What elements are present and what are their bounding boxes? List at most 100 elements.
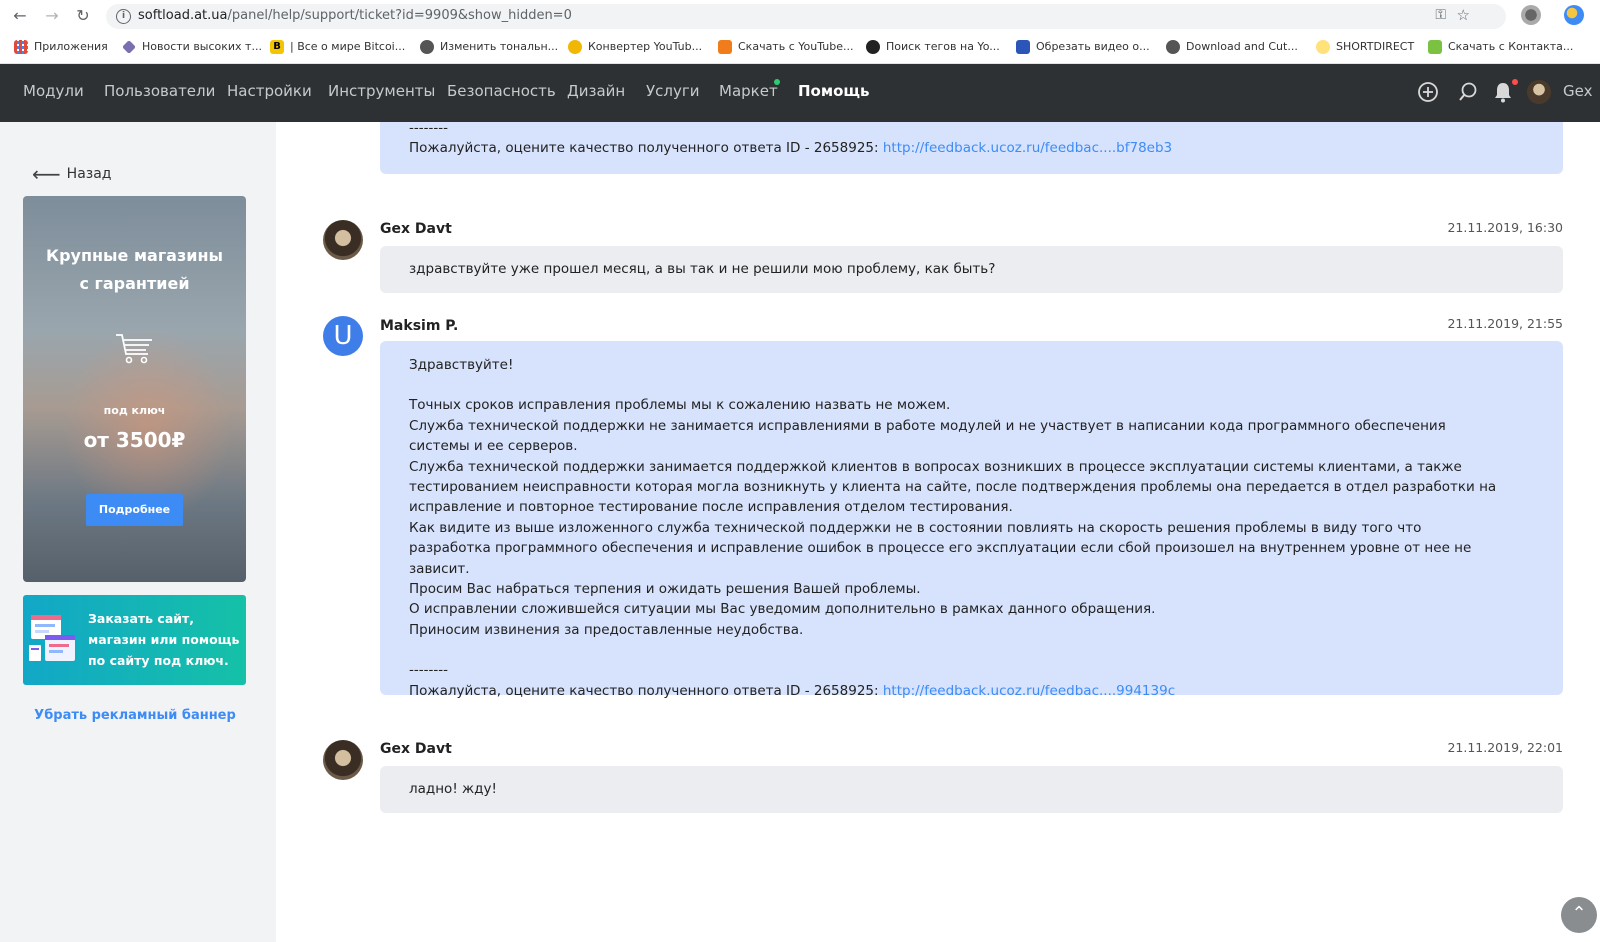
bookmark-label: Новости высоких т...: [142, 40, 262, 53]
search-icon[interactable]: [1457, 81, 1479, 103]
bookmark-item[interactable]: Поиск тегов на Yo...: [866, 37, 1000, 57]
user-message: здравствуйте уже прошел месяц, а вы так …: [380, 246, 1563, 293]
message-text: здравствуйте уже прошел месяц, а вы так …: [409, 261, 996, 277]
arrow-left-icon: ⟵: [32, 162, 61, 186]
apps-grid-icon: [14, 40, 28, 54]
url-host: softload.at.ua: [138, 8, 228, 23]
bookmark-label: Изменить тональн...: [440, 40, 559, 53]
download-icon: [718, 40, 732, 54]
bell-icon[interactable]: [1493, 81, 1513, 103]
bookmark-item[interactable]: Скачать с Контакта...: [1428, 37, 1573, 57]
forward-arrow-icon[interactable]: →: [42, 6, 62, 26]
address-bar[interactable]: i softload.at.ua/panel/help/support/tick…: [106, 4, 1506, 29]
promo-subtitle: под ключ: [103, 404, 166, 417]
message-body: Точных сроков исправления проблемы мы к …: [409, 397, 1497, 638]
bookmark-item[interactable]: SHORTDIRECT: [1316, 37, 1414, 57]
message-author: Gex Davt: [380, 741, 452, 757]
user-avatar[interactable]: [1527, 80, 1551, 104]
android-icon: [1428, 40, 1442, 54]
website-mockup-icon: [29, 615, 75, 661]
globe-icon: [420, 40, 434, 54]
key-icon[interactable]: ⚿: [1435, 7, 1446, 23]
bitcoin-b-icon: B: [270, 40, 284, 54]
notification-dot: [1512, 79, 1518, 85]
bookmark-label: Download and Cut...: [1186, 40, 1298, 53]
profile-icon[interactable]: [1564, 5, 1584, 25]
bookmark-label: SHORTDIRECT: [1336, 40, 1415, 53]
support-message-partial: -------- Пожалуйста, оцените качество по…: [380, 122, 1563, 174]
avatar: [323, 740, 363, 780]
bookmark-star-icon[interactable]: ☆: [1457, 6, 1470, 24]
extension-icon[interactable]: [1521, 5, 1541, 25]
bookmark-label: Приложения: [34, 40, 108, 53]
promo-title-line: Крупные магазины: [45, 246, 224, 265]
bookmark-item[interactable]: Новости высоких т...: [122, 37, 262, 57]
feedback-link[interactable]: http://feedback.ucoz.ru/feedbac....99413…: [883, 683, 1175, 699]
order-site-banner[interactable]: Заказать сайт, магазин или помощь по сай…: [23, 595, 246, 685]
nav-users[interactable]: Пользователи: [104, 82, 215, 100]
reload-icon[interactable]: ↻: [73, 6, 93, 26]
back-link[interactable]: ⟵ Назад: [32, 162, 112, 186]
message-author: Gex Davt: [380, 221, 452, 237]
bookmark-label: Скачать с Контакта...: [1448, 40, 1574, 53]
promo-title: Крупные магазины с гарантией: [23, 242, 246, 298]
user-message: ладно! жду!: [380, 766, 1563, 813]
film-icon: [1016, 40, 1030, 54]
remove-banner-link[interactable]: Убрать рекламный баннер: [0, 708, 270, 723]
scroll-to-top-button[interactable]: ⌃: [1561, 897, 1597, 933]
nav-design[interactable]: Дизайн: [567, 82, 625, 100]
message-time: 21.11.2019, 21:55: [1447, 316, 1563, 331]
address-row: ← → ↻ i softload.at.ua/panel/help/suppor…: [0, 0, 1600, 32]
bookmark-item[interactable]: Скачать с YouTube...: [718, 37, 853, 57]
site-info-icon[interactable]: i: [116, 9, 131, 24]
rating-line: Пожалуйста, оцените качество полученного…: [409, 681, 1498, 701]
rating-prefix: Пожалуйста, оцените качество полученного…: [409, 140, 883, 157]
bookmark-label: Обрезать видео о...: [1036, 40, 1150, 53]
nav-security[interactable]: Безопасность: [447, 82, 556, 100]
globe-icon: [1166, 40, 1180, 54]
feedback-link[interactable]: http://feedback.ucoz.ru/feedbac....bf78e…: [883, 140, 1172, 156]
top-navigation: Модули Пользователи Настройки Инструмент…: [0, 64, 1600, 122]
order-site-text: Заказать сайт, магазин или помощь по сай…: [88, 611, 240, 668]
bookmark-item[interactable]: Download and Cut...: [1166, 37, 1298, 57]
bookmark-apps[interactable]: Приложения: [14, 37, 108, 57]
chevron-up-icon: ⌃: [1571, 903, 1587, 924]
nav-help[interactable]: Помощь: [798, 82, 870, 100]
support-avatar: U: [323, 316, 363, 356]
rating-prefix: Пожалуйста, оцените качество полученного…: [409, 682, 883, 699]
nav-market[interactable]: Маркет: [719, 82, 778, 100]
bookmark-item[interactable]: Изменить тональн...: [420, 37, 558, 57]
bookmark-label: Скачать с YouTube...: [738, 40, 854, 53]
nav-services[interactable]: Услуги: [646, 82, 699, 100]
add-circle-icon[interactable]: [1417, 81, 1439, 103]
bookmark-item[interactable]: Конвертер YouTub...: [568, 37, 702, 57]
url-text: softload.at.ua/panel/help/support/ticket…: [138, 8, 572, 23]
user-name[interactable]: Gex: [1563, 82, 1592, 100]
bug-icon: [866, 40, 880, 54]
sidebar: ⟵ Назад Крупные магазины с гарантией под…: [0, 122, 276, 942]
back-arrow-icon[interactable]: ←: [10, 6, 30, 26]
avatar: [323, 220, 363, 260]
market-indicator-dot: [774, 79, 780, 85]
ticket-conversation: -------- Пожалуйста, оцените качество по…: [276, 122, 1600, 942]
promo-banner[interactable]: Крупные магазины с гарантией под ключ от…: [23, 196, 246, 582]
bookmark-item[interactable]: Обрезать видео о...: [1016, 37, 1150, 57]
promo-details-button[interactable]: Подробнее: [86, 494, 183, 526]
bookmark-item[interactable]: B | Все о мире Bitcoi...: [270, 37, 405, 57]
message-separator: --------: [409, 122, 448, 136]
support-message: Здравствуйте! Точных сроков исправления …: [380, 341, 1563, 699]
nav-tools[interactable]: Инструменты: [328, 82, 435, 100]
message-greeting: Здравствуйте!: [409, 357, 514, 373]
diamond-icon: [122, 40, 136, 54]
bookmark-label: Конвертер YouTub...: [588, 40, 703, 53]
nav-modules[interactable]: Модули: [23, 82, 84, 100]
message-separator: --------: [409, 662, 448, 679]
promo-title-line: с гарантией: [79, 274, 190, 293]
promo-price: от 3500₽: [83, 428, 186, 452]
message-time: 21.11.2019, 16:30: [1447, 220, 1563, 235]
nav-settings[interactable]: Настройки: [227, 82, 312, 100]
converter-icon: [568, 40, 582, 54]
back-label: Назад: [66, 166, 112, 182]
browser-chrome: ← → ↻ i softload.at.ua/panel/help/suppor…: [0, 0, 1600, 64]
